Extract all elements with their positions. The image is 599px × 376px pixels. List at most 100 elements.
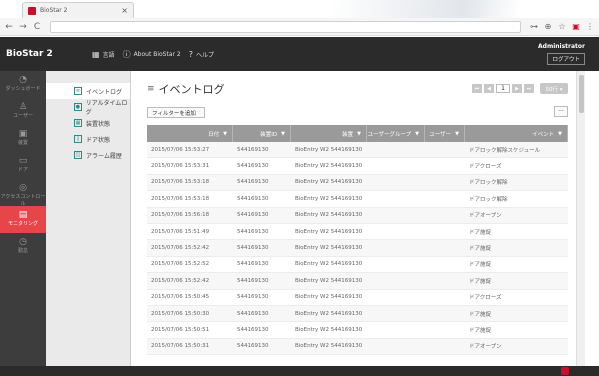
- extension-icon[interactable]: ▣: [571, 22, 581, 31]
- language-link[interactable]: ▦ 言語: [92, 50, 115, 59]
- table-row[interactable]: 2015/07/06 15:50:45 544169130 BioEntry W2 …: [147, 290, 568, 306]
- reload-icon[interactable]: C: [32, 22, 42, 32]
- table-row[interactable]: 2015/07/06 15:53:18 544169130 BioEntry W2 …: [147, 191, 568, 208]
- cell-date: 2015/07/06 15:53:18: [151, 195, 210, 202]
- table-row[interactable]: 2015/07/06 15:56:18 544169130 BioEntry W2 …: [147, 207, 568, 224]
- filter-icon[interactable]: ▼: [455, 131, 459, 137]
- bookmark-star-icon[interactable]: ☆: [557, 22, 567, 31]
- table-row[interactable]: 2015/07/06 15:50:30 544169130 BioEntry W2 …: [147, 305, 568, 323]
- cell-device-id: 544169130: [237, 163, 269, 170]
- nav-item-door[interactable]: ▭ ドア: [0, 152, 46, 179]
- add-filter-button[interactable]: フィルターを追加: [147, 107, 205, 118]
- pagination: ⏮ ◀ 1 ▶ ⏭: [472, 84, 534, 93]
- first-page-button[interactable]: ⏮: [472, 84, 482, 93]
- cell-date: 2015/07/06 15:52:52: [151, 261, 210, 268]
- column-header-event[interactable]: イベント ▼: [465, 125, 568, 142]
- about-label: About BioStar 2: [133, 51, 181, 58]
- nav-item-dashboard[interactable]: ◔ ダッシュボード: [0, 71, 46, 98]
- list-icon: ≡: [147, 84, 155, 94]
- page-number-input[interactable]: 1: [496, 84, 510, 93]
- sub-item-door-status[interactable]: ▯ ドア状態: [46, 131, 130, 147]
- prev-page-button[interactable]: ◀: [484, 84, 494, 93]
- back-icon[interactable]: ←: [4, 22, 14, 32]
- cell-device-id: 544169130: [237, 326, 269, 333]
- table-row[interactable]: 2015/07/06 15:50:31 544169130 BioEntry W2 …: [147, 338, 568, 356]
- nav-item-time-attendance[interactable]: ◷ 勤怠: [0, 233, 46, 260]
- help-label: ヘルプ: [195, 52, 214, 59]
- cell-device: BioEntry W2 544169130: [295, 294, 363, 301]
- list-icon: ≡: [74, 87, 82, 95]
- column-header-user-group[interactable]: ユーザーグループ ▼: [367, 125, 425, 142]
- nav-item-device[interactable]: ▣ 装置: [0, 125, 46, 152]
- vertical-scrollbar[interactable]: [576, 71, 585, 366]
- more-options-button[interactable]: ···: [554, 106, 568, 117]
- help-link[interactable]: ? ヘルプ: [189, 50, 214, 59]
- cell-device-id: 544169130: [237, 261, 269, 268]
- table-row[interactable]: 2015/07/06 15:52:42 544169130 BioEntry W2 …: [147, 273, 568, 290]
- cell-device: BioEntry W2 544169130: [295, 195, 363, 202]
- table-row[interactable]: 2015/07/06 15:53:27 544169130 BioEntry W2 …: [147, 142, 568, 159]
- key-icon[interactable]: ⊶: [529, 22, 539, 31]
- cell-device: BioEntry W2 544169130: [295, 212, 363, 219]
- table-row[interactable]: 2015/07/06 15:53:18 544169130 BioEntry W2 …: [147, 174, 568, 192]
- address-bar[interactable]: [50, 20, 521, 33]
- cell-date: 2015/07/06 15:53:31: [151, 163, 210, 170]
- nav-item-user[interactable]: ♙ ユーザー: [0, 98, 46, 125]
- column-header-date[interactable]: 日付 ▼: [147, 125, 233, 142]
- tab-background-decoration: [330, 0, 520, 18]
- filter-icon[interactable]: ▼: [558, 131, 562, 137]
- cell-device: BioEntry W2 544169130: [295, 163, 363, 170]
- browser-tabstrip: BioStar 2 ×: [0, 0, 599, 18]
- logout-button[interactable]: ログアウト: [547, 53, 585, 65]
- cell-event: ドア施錠: [469, 327, 492, 334]
- tab-close-icon[interactable]: ×: [121, 6, 128, 15]
- last-page-button[interactable]: ⏭: [524, 84, 534, 93]
- filter-icon[interactable]: ▼: [223, 131, 227, 137]
- table-row[interactable]: 2015/07/06 15:52:42 544169130 BioEntry W2 …: [147, 240, 568, 257]
- table-row[interactable]: 2015/07/06 15:50:51 544169130 BioEntry W2 …: [147, 322, 568, 339]
- table-row[interactable]: 2015/07/06 15:53:31 544169130 BioEntry W2 …: [147, 158, 568, 175]
- main-content: ≡ イベントログ ⏮ ◀ 1 ▶ ⏭ 50行 ▾ フィルターを追加 ··· 日付…: [131, 71, 576, 366]
- cell-device-id: 544169130: [237, 277, 269, 284]
- device-icon: ▣: [18, 129, 28, 139]
- page-title-text: イベントログ: [158, 83, 225, 96]
- cell-device: BioEntry W2 544169130: [295, 179, 363, 186]
- browser-tab[interactable]: BioStar 2 ×: [22, 2, 134, 18]
- column-header-device[interactable]: 装置 ▼: [291, 125, 367, 142]
- cell-event: ドアオープン: [469, 213, 502, 220]
- cell-date: 2015/07/06 15:50:31: [151, 343, 210, 350]
- cell-event: ドア施錠: [469, 311, 492, 318]
- column-header-user[interactable]: ユーザー ▼: [425, 125, 465, 142]
- rows-per-page-select[interactable]: 50行 ▾: [540, 83, 568, 94]
- cell-date: 2015/07/06 15:56:18: [151, 212, 210, 219]
- info-icon: ⓘ: [122, 50, 131, 59]
- about-link[interactable]: ⓘ About BioStar 2: [123, 49, 181, 60]
- sub-item-device-status[interactable]: ▦ 装置状態: [46, 115, 130, 131]
- cell-event: ドア施錠: [469, 229, 492, 236]
- sub-item-alarm-history[interactable]: ◫ アラーム履歴: [46, 147, 130, 163]
- notification-icon[interactable]: [561, 367, 569, 375]
- forward-icon[interactable]: →: [18, 22, 28, 32]
- filter-icon[interactable]: ▼: [357, 131, 361, 137]
- column-label: 日付: [208, 131, 220, 138]
- sub-item-event-log[interactable]: ≡ イベントログ: [46, 83, 130, 99]
- column-header-device-id[interactable]: 装置ID ▼: [233, 125, 291, 142]
- filter-icon[interactable]: ▼: [281, 131, 285, 137]
- cell-event: ドア施錠: [469, 246, 492, 253]
- table-header: 日付 ▼ 装置ID ▼ 装置 ▼ ユーザーグループ ▼ ユーザー ▼ イベント ▼: [147, 125, 568, 142]
- next-page-button[interactable]: ▶: [512, 84, 522, 93]
- zoom-icon[interactable]: ⊕: [543, 22, 553, 31]
- nav-item-access-control[interactable]: ◎ アクセスコントロール: [0, 179, 46, 207]
- table-row[interactable]: 2015/07/06 15:52:52 544169130 BioEntry W2 …: [147, 257, 568, 274]
- table-row[interactable]: 2015/07/06 15:51:49 544169130 BioEntry W2 …: [147, 224, 568, 241]
- cell-device-id: 544169130: [237, 212, 269, 219]
- filter-icon[interactable]: ▼: [415, 131, 419, 137]
- nav-item-monitoring[interactable]: ▤ モニタリング: [0, 206, 46, 233]
- page-title: ≡ イベントログ: [147, 81, 225, 97]
- cell-device: BioEntry W2 544169130: [295, 261, 363, 268]
- nav-label: 勤怠: [17, 248, 28, 254]
- menu-icon[interactable]: ⋮: [585, 22, 595, 31]
- sub-item-realtime-log[interactable]: ● リアルタイムログ: [46, 99, 130, 116]
- scroll-thumb[interactable]: [579, 75, 584, 113]
- brand-logo[interactable]: BioStar 2: [6, 49, 53, 59]
